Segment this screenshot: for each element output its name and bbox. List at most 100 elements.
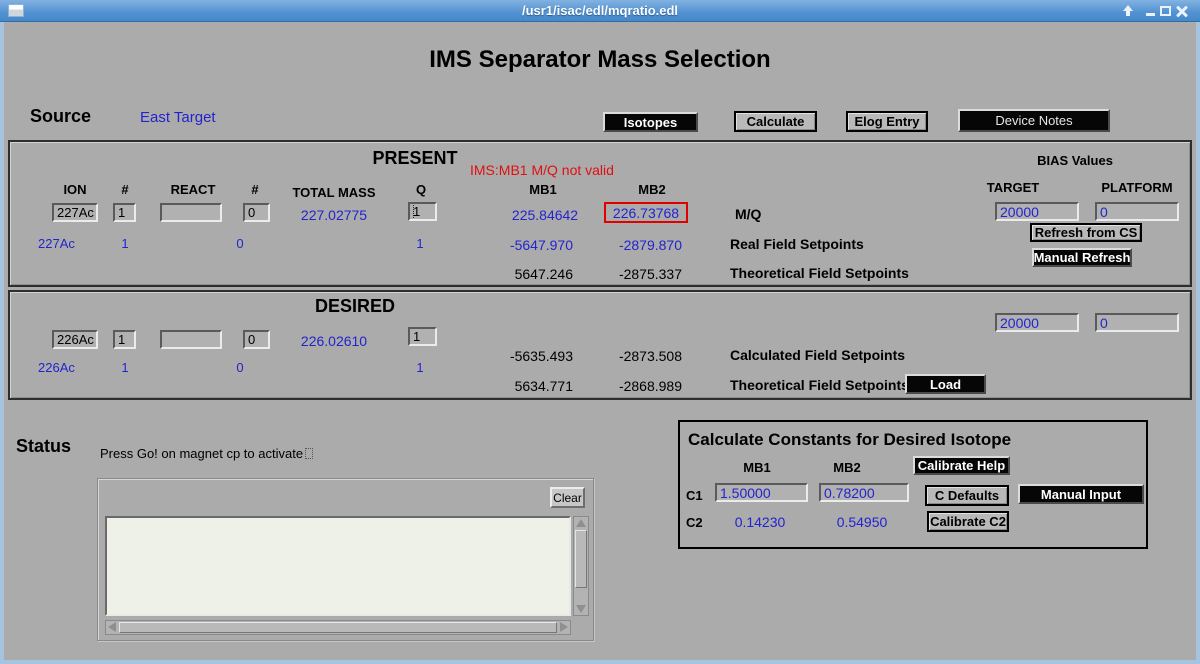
status-panel: Clear [97,478,594,641]
present-q-readback: 1 [405,236,435,251]
desired-ion-readback: 226Ac [38,360,75,375]
col-ion-label: ION [45,182,105,197]
c-defaults-button[interactable]: C Defaults [925,485,1009,506]
present-ion-input[interactable] [52,203,98,222]
application-window: /usr1/isac/edl/mqratio.edl IMS Separator… [0,0,1200,664]
col-q-label: Q [406,182,436,197]
col-mb2-label: MB2 [607,182,697,197]
desired-calculated-mb1: -5635.493 [465,348,573,364]
desired-react-input[interactable] [160,330,222,349]
desired-theoretical-label: Theoretical Field Setpoints [730,377,909,393]
text-cursor [413,205,414,218]
desired-ion-input[interactable] [52,330,98,349]
desired-num1-input[interactable] [113,330,136,349]
device-notes-button[interactable]: Device Notes [958,109,1110,132]
c2-mb1-value: 0.14230 [720,514,800,530]
desired-bias-platform-input[interactable] [1095,313,1179,332]
vertical-scrollbar-thumb[interactable] [575,530,587,588]
present-num2-input[interactable] [243,203,270,222]
status-label: Status [16,436,71,457]
desired-total-mass: 226.02610 [274,333,394,349]
desired-num1-readback: 1 [110,360,140,375]
clear-button[interactable]: Clear [550,487,585,508]
desired-num2-readback: 0 [225,360,255,375]
desired-num2-input[interactable] [243,330,270,349]
constants-mb2-label: MB2 [807,460,887,475]
present-ion-readback: 227Ac [38,236,75,251]
present-bias-target-input[interactable] [995,202,1079,221]
present-theoretical-mb1: 5647.246 [465,266,573,282]
elog-entry-button[interactable]: Elog Entry [846,111,928,132]
horizontal-scrollbar-thumb[interactable] [119,622,557,633]
load-button[interactable]: Load [905,374,986,394]
present-real-mb2: -2879.870 [576,237,682,253]
c1-label: C1 [686,488,703,503]
horizontal-scrollbar[interactable] [105,620,571,635]
status-log-textarea[interactable] [105,516,571,616]
bias-values-label: BIAS Values [1005,153,1145,168]
manual-refresh-button[interactable]: Manual Refresh [1032,248,1132,267]
desired-theoretical-mb2: -2868.989 [576,378,682,394]
col-num1-label: # [110,182,140,197]
c2-label: C2 [686,515,703,530]
desired-calculated-mb2: -2873.508 [576,348,682,364]
calibrate-c2-button[interactable]: Calibrate C2 [927,511,1009,532]
constants-panel: Calculate Constants for Desired Isotope … [678,420,1148,549]
desired-title: DESIRED [295,296,415,317]
page-title: IMS Separator Mass Selection [4,46,1196,74]
main-content: IMS Separator Mass Selection Source East… [4,22,1196,660]
c2-mb2-value: 0.54950 [822,514,902,530]
status-message-text: Press Go! on magnet cp to activate [100,446,303,461]
source-value: East Target [140,109,216,126]
present-num1-input[interactable] [113,203,136,222]
minimize-icon[interactable] [1146,13,1155,16]
present-mb2-mq-alert: 226.73768 [604,202,688,223]
desired-calculated-label: Calculated Field Setpoints [730,347,905,363]
col-total-mass-label: TOTAL MASS [274,185,394,200]
window-title: /usr1/isac/edl/mqratio.edl [0,3,1200,18]
desired-q-readback: 1 [405,360,435,375]
missing-glyph-box [305,448,313,459]
scroll-up-icon[interactable] [576,519,586,527]
maximize-icon[interactable] [1160,6,1171,16]
desired-bias-target-input[interactable] [995,313,1079,332]
col-mb1-label: MB1 [498,182,588,197]
present-real-mb1: -5647.970 [465,237,573,253]
calculate-button[interactable]: Calculate [734,111,817,132]
col-react-label: REACT [158,182,228,197]
source-label: Source [30,106,91,127]
isotopes-button[interactable]: Isotopes [603,112,698,132]
col-num2-label: # [240,182,270,197]
vertical-scrollbar[interactable] [573,516,589,616]
bias-target-label: TARGET [963,180,1063,195]
window-titlebar[interactable]: /usr1/isac/edl/mqratio.edl [0,0,1200,22]
constants-mb1-label: MB1 [717,460,797,475]
manual-input-button[interactable]: Manual Input [1018,484,1144,504]
present-theoretical-mb2: -2875.337 [576,266,682,282]
scroll-down-icon[interactable] [576,605,586,613]
present-react-input[interactable] [160,203,222,222]
scroll-right-icon[interactable] [560,622,568,632]
present-mb1-mq: 225.84642 [485,207,605,223]
c1-mb2-input[interactable] [819,483,909,502]
present-theoretical-label: Theoretical Field Setpoints [730,265,909,281]
calibrate-help-button[interactable]: Calibrate Help [913,456,1010,475]
present-num2-readback: 0 [225,236,255,251]
close-icon[interactable] [1176,5,1188,17]
present-total-mass: 227.02775 [274,207,394,223]
shade-icon[interactable] [1122,5,1134,17]
desired-theoretical-mb1: 5634.771 [465,378,573,394]
present-real-label: Real Field Setpoints [730,236,864,252]
status-message: Press Go! on magnet cp to activate [100,446,313,461]
desired-q-input[interactable] [408,327,437,346]
bias-platform-label: PLATFORM [1077,180,1197,195]
present-bias-platform-input[interactable] [1095,202,1179,221]
mq-row-label: M/Q [735,206,761,222]
constants-title: Calculate Constants for Desired Isotope [688,430,1011,450]
c1-mb1-input[interactable] [715,483,808,502]
present-num1-readback: 1 [110,236,140,251]
refresh-from-cs-button[interactable]: Refresh from CS [1030,223,1142,242]
present-mb2-mq: 226.73768 [613,205,679,221]
scroll-left-icon[interactable] [108,622,116,632]
mq-warning: IMS:MB1 M/Q not valid [470,162,614,178]
